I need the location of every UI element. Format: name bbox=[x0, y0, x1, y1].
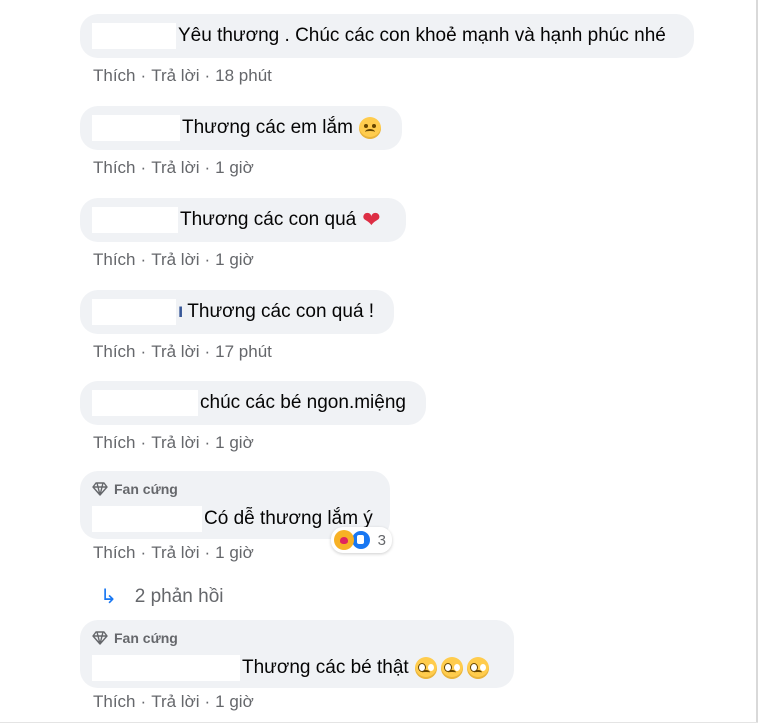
comment-3: Thương các con quá ❤ Thích · Trả lời · 1 giờ bbox=[80, 198, 406, 270]
separator: · bbox=[140, 342, 147, 361]
separator: · bbox=[204, 433, 211, 452]
comment-meta: Thích · Trả lời · 1 giờ bbox=[80, 250, 406, 270]
pleading-face-icon bbox=[440, 657, 463, 679]
comment-meta: Thích · Trả lời · 1 giờ bbox=[80, 692, 514, 712]
author-name-fragment[interactable]: ı bbox=[178, 300, 183, 324]
like-link[interactable]: Thích bbox=[93, 158, 136, 177]
separator: · bbox=[140, 250, 147, 269]
fan-badge[interactable]: Fan cứng bbox=[92, 471, 376, 501]
redacted-author-name bbox=[92, 299, 176, 325]
comment-meta: Thích · Trả lời · 1 giờ bbox=[80, 158, 402, 178]
comment-2: Thương các em lắm Thích · Trả lời · 1 giờ bbox=[80, 106, 402, 178]
like-link[interactable]: Thích bbox=[93, 66, 136, 85]
reply-link[interactable]: Trả lời bbox=[151, 543, 199, 562]
comment-text: Yêu thương . Chúc các con khoẻ mạnh và h… bbox=[178, 25, 666, 46]
like-link[interactable]: Thích bbox=[93, 692, 136, 711]
reply-link[interactable]: Trả lời bbox=[151, 158, 199, 177]
reply-link[interactable]: Trả lời bbox=[151, 66, 199, 85]
comment-text: Thương các con quá ! bbox=[187, 301, 375, 322]
separator: · bbox=[140, 66, 147, 85]
redacted-author-name bbox=[92, 23, 176, 49]
comment-timestamp[interactable]: 1 giờ bbox=[215, 250, 254, 269]
reaction-summary[interactable]: 3 bbox=[330, 527, 392, 553]
comment-5: chúc các bé ngon.miệng Thích · Trả lời · 1 g… bbox=[80, 381, 426, 453]
like-link[interactable]: Thích bbox=[93, 433, 136, 452]
like-link[interactable]: Thích bbox=[93, 543, 136, 562]
comment-bubble: chúc các bé ngon.miệng bbox=[80, 381, 426, 425]
replies-count-label: 2 phản hồi bbox=[134, 585, 224, 607]
comment-bubble: Yêu thương . Chúc các con khoẻ mạnh và h… bbox=[80, 14, 694, 58]
separator: · bbox=[204, 543, 211, 562]
diamond-icon bbox=[92, 482, 108, 496]
comment-bubble: Fan cứng Thương các bé thật bbox=[80, 620, 514, 688]
comment-timestamp[interactable]: 17 phút bbox=[215, 342, 272, 361]
reply-link[interactable]: Trả lời bbox=[151, 692, 199, 711]
comment-bubble: Thương các con quá ❤ bbox=[80, 198, 406, 242]
comment-1: Yêu thương . Chúc các con khoẻ mạnh và h… bbox=[80, 14, 694, 86]
comment-text: Thương các con quá bbox=[180, 209, 357, 230]
separator: · bbox=[140, 692, 147, 711]
comment-text: chúc các bé ngon.miệng bbox=[200, 392, 406, 413]
comment-timestamp[interactable]: 1 giờ bbox=[215, 692, 254, 711]
comment-timestamp[interactable]: 1 giờ bbox=[215, 158, 254, 177]
reply-link[interactable]: Trả lời bbox=[151, 342, 199, 361]
care-reaction-icon bbox=[333, 530, 354, 550]
pleading-face-icon bbox=[414, 657, 437, 679]
reaction-count: 3 bbox=[377, 531, 386, 549]
comment-bubble: ı Thương các con quá ! bbox=[80, 290, 394, 334]
comment-timestamp[interactable]: 1 giờ bbox=[215, 543, 254, 562]
separator: · bbox=[204, 66, 211, 85]
redacted-author-name bbox=[92, 390, 198, 416]
separator: · bbox=[140, 543, 147, 562]
separator: · bbox=[204, 342, 211, 361]
pleading-face-icon bbox=[466, 657, 489, 679]
separator: · bbox=[204, 692, 211, 711]
separator: · bbox=[204, 250, 211, 269]
comment-6: Fan cứng Có dễ thương lắm ý 3 Thích · Trả … bbox=[80, 471, 392, 563]
redacted-author-name bbox=[92, 115, 180, 141]
separator: · bbox=[140, 158, 147, 177]
separator: · bbox=[140, 433, 147, 452]
fan-badge[interactable]: Fan cứng bbox=[92, 620, 500, 650]
comment-timestamp[interactable]: 1 giờ bbox=[215, 433, 254, 452]
comment-text: Thương các bé thật bbox=[242, 657, 409, 678]
comment-4: ı Thương các con quá ! Thích · Trả lời · 17 … bbox=[80, 290, 394, 362]
redacted-author-name bbox=[92, 506, 202, 532]
comment-meta: Thích · Trả lời · 1 giờ bbox=[80, 433, 426, 453]
comment-meta: Thích · Trả lời · 18 phút bbox=[80, 66, 694, 86]
like-link[interactable]: Thích bbox=[93, 342, 136, 361]
redacted-author-name bbox=[92, 655, 240, 681]
reply-arrow-icon: ↳ bbox=[100, 586, 117, 608]
reply-link[interactable]: Trả lời bbox=[151, 433, 199, 452]
like-link[interactable]: Thích bbox=[93, 250, 136, 269]
separator: · bbox=[204, 158, 211, 177]
comment-meta: Thích · Trả lời · 17 phút bbox=[80, 342, 394, 362]
comment-7: Fan cứng Thương các bé thật Thích · Trả lờ… bbox=[80, 620, 514, 712]
reply-link[interactable]: Trả lời bbox=[151, 250, 199, 269]
comment-text: Thương các em lắm bbox=[182, 117, 353, 138]
view-replies-link[interactable]: ↳ 2 phản hồi bbox=[100, 584, 224, 609]
comment-bubble: Fan cứng Có dễ thương lắm ý 3 bbox=[80, 471, 392, 553]
redacted-author-name bbox=[92, 207, 178, 233]
comment-timestamp[interactable]: 18 phút bbox=[215, 66, 272, 85]
comment-bubble: Thương các em lắm bbox=[80, 106, 402, 150]
crying-face-icon bbox=[358, 117, 381, 139]
diamond-icon bbox=[92, 631, 108, 645]
fan-badge-label: Fan cứng bbox=[114, 630, 178, 646]
red-heart-icon: ❤ bbox=[362, 207, 381, 232]
fan-badge-label: Fan cứng bbox=[114, 481, 178, 497]
